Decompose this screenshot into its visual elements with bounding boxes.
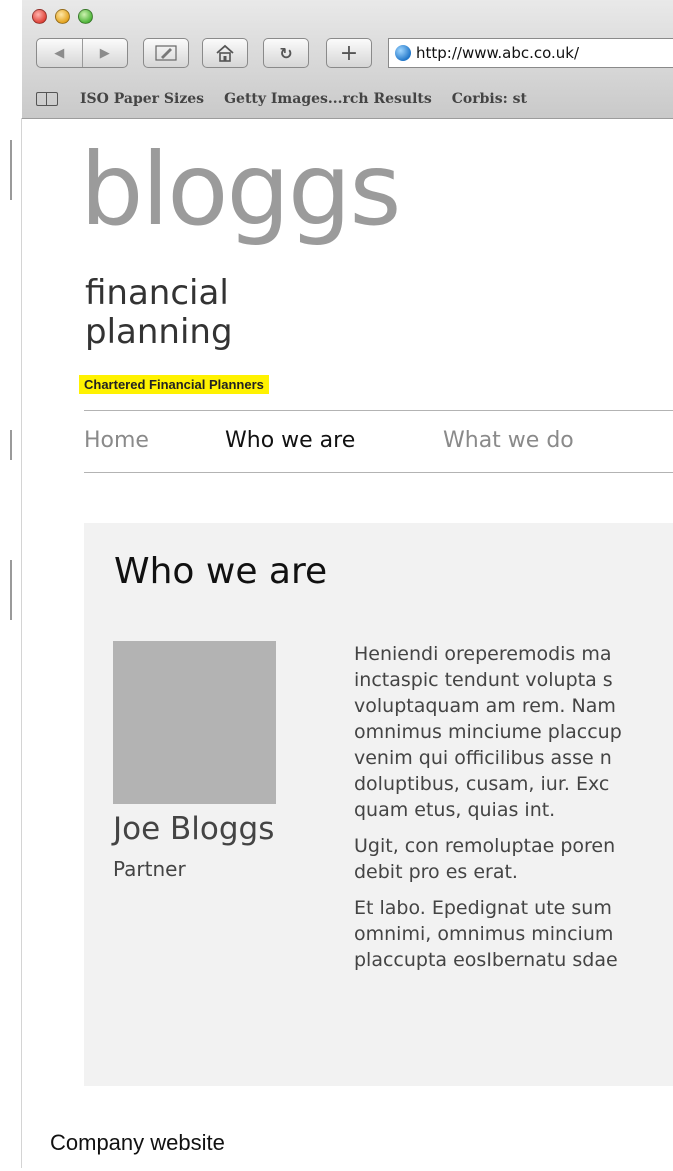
bookmark-getty-images[interactable]: Getty Images...rch Results bbox=[224, 91, 432, 107]
site-logo[interactable]: bloggs bbox=[80, 140, 401, 240]
window-controls bbox=[32, 9, 93, 24]
back-arrow-icon: ◀ bbox=[54, 45, 65, 61]
main-nav: Home Who we are What we do bbox=[84, 410, 673, 473]
bookmarks-bar: ISO Paper Sizes Getty Images...rch Resul… bbox=[22, 84, 673, 114]
forward-arrow-icon: ▶ bbox=[99, 45, 110, 61]
text-line: inctaspic tendunt volupta s bbox=[354, 669, 613, 691]
zoom-window-button[interactable] bbox=[78, 9, 93, 24]
text-line: placcupta eosIbernatu sdae bbox=[354, 949, 618, 971]
pencil-icon bbox=[155, 45, 177, 61]
address-bar[interactable]: http://www.abc.co.uk/ bbox=[388, 38, 673, 68]
browser-chrome: ◀ ▶ ↻ + http://www.abc.co.uk/ ISO Paper … bbox=[22, 0, 673, 119]
chartered-badge: Chartered Financial Planners bbox=[79, 375, 269, 394]
edit-button[interactable] bbox=[143, 38, 189, 68]
url-text: http://www.abc.co.uk/ bbox=[416, 44, 580, 62]
page-margin-line bbox=[21, 118, 22, 1168]
text-line: omnimi, omnimus mincium bbox=[354, 923, 614, 945]
bookmark-iso-paper-sizes[interactable]: ISO Paper Sizes bbox=[80, 91, 204, 107]
text-line: Heniendi oreperemodis ma bbox=[354, 643, 612, 665]
margin-marks bbox=[10, 140, 14, 1100]
home-icon bbox=[216, 44, 234, 62]
paragraph-3: Et labo. Epedignat ute sum omnimi, omnim… bbox=[354, 895, 673, 973]
home-button[interactable] bbox=[202, 38, 248, 68]
body-text: Heniendi oreperemodis ma inctaspic tendu… bbox=[354, 641, 673, 983]
browser-toolbar: ◀ ▶ ↻ + http://www.abc.co.uk/ bbox=[36, 38, 673, 70]
close-window-button[interactable] bbox=[32, 9, 47, 24]
add-bookmark-button[interactable]: + bbox=[326, 38, 372, 68]
bookmark-corbis[interactable]: Corbis: st bbox=[452, 91, 527, 107]
figure-caption: Company website bbox=[50, 1130, 225, 1155]
reload-button[interactable]: ↻ bbox=[263, 38, 309, 68]
content-panel: Who we are Joe Bloggs Partner Heniendi o… bbox=[84, 523, 673, 1086]
paragraph-2: Ugit, con remoluptae poren debit pro es … bbox=[354, 833, 673, 885]
minimize-window-button[interactable] bbox=[55, 9, 70, 24]
paragraph-1: Heniendi oreperemodis ma inctaspic tendu… bbox=[354, 641, 673, 823]
text-line: doluptibus, cusam, iur. Exc bbox=[354, 773, 610, 795]
globe-icon bbox=[395, 45, 411, 61]
nav-who-we-are[interactable]: Who we are bbox=[225, 428, 355, 453]
text-line: quam etus, quias int. bbox=[354, 799, 556, 821]
site-tagline: financial planning bbox=[85, 274, 305, 352]
text-line: debit pro es erat. bbox=[354, 861, 518, 883]
back-button[interactable]: ◀ bbox=[37, 39, 82, 67]
text-line: omnimus minciume placcup bbox=[354, 721, 622, 743]
back-forward-buttons: ◀ ▶ bbox=[36, 38, 128, 68]
reload-icon: ↻ bbox=[279, 43, 293, 63]
text-line: Ugit, con remoluptae poren bbox=[354, 835, 616, 857]
forward-button[interactable]: ▶ bbox=[83, 39, 128, 67]
text-line: venim qui officilibus asse n bbox=[354, 747, 612, 769]
page-title: Who we are bbox=[114, 551, 328, 592]
person-name: Joe Bloggs bbox=[113, 811, 275, 847]
tagline-line-2: planning bbox=[85, 312, 233, 352]
text-line: voluptaquam am rem. Nam bbox=[354, 695, 616, 717]
bookmarks-book-icon[interactable] bbox=[36, 92, 58, 106]
profile-photo-placeholder bbox=[113, 641, 276, 804]
plus-icon: + bbox=[339, 40, 359, 66]
nav-home[interactable]: Home bbox=[84, 428, 149, 453]
text-line: Et labo. Epedignat ute sum bbox=[354, 897, 612, 919]
tagline-line-1: financial bbox=[85, 273, 229, 313]
nav-what-we-do[interactable]: What we do bbox=[443, 428, 574, 453]
person-role: Partner bbox=[113, 857, 186, 881]
